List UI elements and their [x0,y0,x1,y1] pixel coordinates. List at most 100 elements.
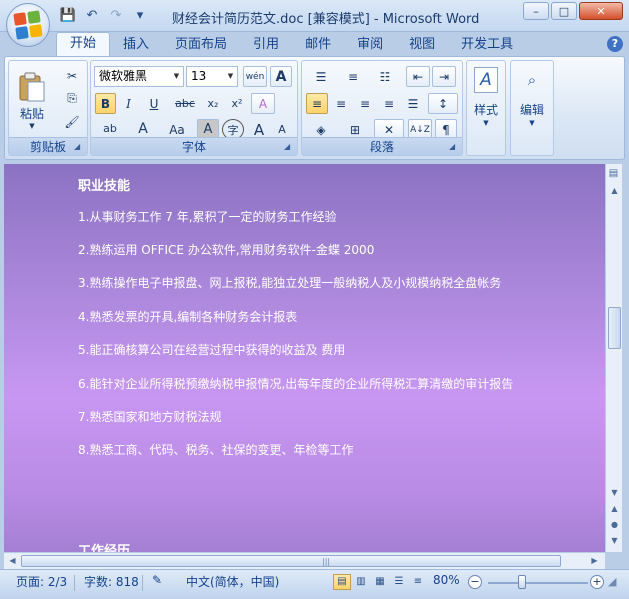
horizontal-scrollbar[interactable]: ◀ ||| ▶ [4,552,605,569]
window-title: 财经会计简历范文.doc [兼容模式] - Microsoft Word [172,12,480,27]
close-button[interactable]: ✕ [579,2,623,20]
status-divider [74,575,75,591]
italic-button[interactable]: I [118,93,139,114]
scroll-up-icon[interactable]: ▲ [607,184,622,198]
paragraph-group-label: 段落 [302,137,462,155]
distributed-icon[interactable]: ☰ [402,93,424,114]
editing-dropdown-icon: ▼ [529,119,535,127]
paragraph-launcher-icon[interactable]: ◢ [449,142,459,152]
tab-references[interactable]: 引用 [240,34,292,56]
paste-dropdown-icon: ▼ [29,121,35,130]
styles-icon: A [474,67,498,93]
tab-mailings[interactable]: 邮件 [292,34,344,56]
paragraph-group: ☰ ≡ ☷ ⇤ ⇥ ≡ ≡ ≡ ≡ ☰ ↕ ◈ ⊞ ✕ A↓Z ¶ 段落 ◢ [301,60,463,156]
numbering-icon[interactable]: ≡ [338,66,368,87]
align-right-icon[interactable]: ≡ [354,93,376,114]
previous-page-icon[interactable]: ▲ [607,502,622,516]
line-spacing-icon[interactable]: ↕ [428,93,458,114]
browse-object-icon[interactable]: ● [607,518,622,532]
page-count[interactable]: 页面: 2/3 [16,573,67,590]
horizontal-scroll-thumb[interactable]: ||| [21,555,561,567]
word-count[interactable]: 字数: 818 [84,573,139,590]
font-name-dropdown-icon[interactable]: ▼ [170,67,183,86]
zoom-in-icon[interactable]: + [590,575,604,589]
multilevel-list-icon[interactable]: ☷ [370,66,400,87]
save-icon[interactable]: 💾 [58,6,78,24]
editing-group[interactable]: ⌕ 编辑 ▼ [510,60,554,156]
skill-line-8: 8.熟悉工商、代码、税务、社保的变更、年检等工作 [78,443,354,457]
skill-line-2: 2.熟练运用 OFFICE 办公软件,常用财务软件-金蝶 2000 [78,243,375,257]
language-indicator[interactable]: 中文(简体，中国) [186,573,279,590]
editing-label: 编辑 [519,103,544,117]
ribbon: 粘贴 ▼ ✂ ⎘ 🖌 剪贴板 ◢ 微软雅黑 ▼ 13 ▼ wén A B I U… [4,56,625,160]
scroll-down-icon[interactable]: ▼ [607,486,622,500]
tab-insert[interactable]: 插入 [110,34,162,56]
phonetic-guide-button[interactable]: wén [243,66,267,87]
increase-indent-icon[interactable]: ⇥ [432,66,456,87]
scroll-right-icon[interactable]: ▶ [587,554,602,568]
draft-view-icon[interactable]: ≡ [409,574,427,590]
help-icon[interactable]: ? [607,36,623,52]
proofing-icon[interactable]: ✎ [152,573,162,587]
office-button[interactable] [6,3,50,47]
next-page-icon[interactable]: ▼ [607,534,622,548]
bullets-icon[interactable]: ☰ [306,66,336,87]
styles-group[interactable]: A 样式 ▼ [466,60,506,156]
undo-icon[interactable]: ↶ [82,6,102,24]
print-layout-view-icon[interactable]: ▤ [333,574,351,590]
minimize-button[interactable]: – [523,2,549,20]
status-divider [142,575,143,591]
outline-view-icon[interactable]: ☰ [390,574,408,590]
ribbon-tabs: 开始 插入 页面布局 引用 邮件 审阅 视图 开发工具 [56,32,526,56]
skill-line-6: 6.能针对企业所得税预缴纳税申报情况,出每年度的企业所得税汇算清缴的审计报告 [78,377,514,391]
tab-view[interactable]: 视图 [396,34,448,56]
zoom-slider-track[interactable] [488,582,588,584]
strikethrough-button[interactable]: abc [170,93,200,114]
redo-icon[interactable]: ↷ [106,6,126,24]
resize-grip-icon[interactable]: ◢ [608,575,616,588]
font-group-label: 字体 [91,137,297,155]
zoom-slider-thumb[interactable] [518,575,526,589]
font-size-combo[interactable]: 13 ▼ [186,66,238,87]
clear-formatting-button[interactable]: A [251,93,275,114]
section-heading-work: 工作经历 [78,544,131,552]
cut-icon[interactable]: ✂ [61,65,83,86]
scroll-left-icon[interactable]: ◀ [5,554,20,568]
customize-qat-icon[interactable]: ▾ [130,6,150,24]
superscript-button[interactable]: x² [226,93,248,114]
zoom-level[interactable]: 80% [433,573,460,587]
subscript-button[interactable]: x₂ [202,93,224,114]
justify-icon[interactable]: ≡ [378,93,400,114]
character-border-button[interactable]: A [270,66,292,87]
office-logo-icon [13,10,43,40]
tab-page-layout[interactable]: 页面布局 [162,34,240,56]
underline-button[interactable]: U [141,93,167,114]
view-ruler-icon[interactable]: ▤ [606,168,621,183]
title-bar: 💾 ↶ ↷ ▾ 财经会计简历范文.doc [兼容模式] - Microsoft … [0,0,629,32]
decrease-indent-icon[interactable]: ⇤ [406,66,430,87]
clipboard-launcher-icon[interactable]: ◢ [74,142,84,152]
format-painter-icon[interactable]: 🖌 [61,111,83,132]
skill-line-7: 7.熟悉国家和地方财税法规 [78,410,222,424]
full-screen-reading-icon[interactable]: ▥ [352,574,370,590]
vertical-scroll-thumb[interactable] [608,307,621,349]
web-layout-icon[interactable]: ▦ [371,574,389,590]
zoom-out-icon[interactable]: − [468,575,482,589]
tab-developer[interactable]: 开发工具 [448,34,526,56]
copy-icon[interactable]: ⎘ [61,88,83,109]
maximize-button[interactable]: □ [551,2,577,20]
tab-home[interactable]: 开始 [56,32,111,56]
center-icon[interactable]: ≡ [330,93,352,114]
bold-button[interactable]: B [95,93,116,114]
font-name-combo[interactable]: 微软雅黑 ▼ [94,66,184,87]
font-launcher-icon[interactable]: ◢ [284,142,294,152]
tab-review[interactable]: 审阅 [344,34,396,56]
font-group: 微软雅黑 ▼ 13 ▼ wén A B I U abc x₂ x² A ab A… [90,60,298,156]
paste-button[interactable]: 粘贴 ▼ [13,65,51,135]
align-left-icon[interactable]: ≡ [306,93,328,114]
document-area[interactable]: 职业技能 1.从事财务工作 7 年,累积了一定的财务工作经验 2.熟练运用 OF… [4,164,605,552]
status-bar: 页面: 2/3 字数: 818 ✎ 中文(简体，中国) ▤ ▥ ▦ ☰ ≡ 80… [0,569,629,599]
font-size-value: 13 [191,69,207,83]
font-size-dropdown-icon[interactable]: ▼ [224,67,237,86]
vertical-scrollbar[interactable]: ▲ ▼ ▲ ● ▼ [605,164,622,552]
